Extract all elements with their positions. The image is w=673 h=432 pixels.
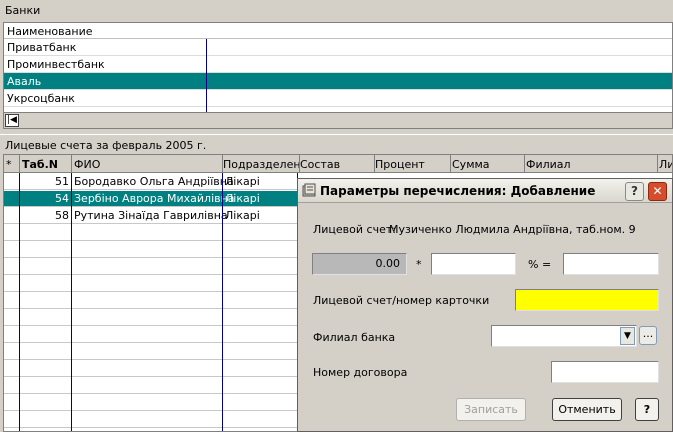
header-separator [524, 155, 525, 173]
dialog-title: Параметры перечисления: Добавление [320, 184, 596, 198]
col-sostav[interactable]: Состав [300, 158, 340, 171]
percent-equals-sign: % = [528, 258, 552, 271]
branch-browse-button[interactable]: ... [639, 326, 657, 345]
banks-row[interactable]: Укрсоцбанк [4, 90, 672, 107]
header-separator [374, 155, 375, 173]
cell-tabn: 51 [55, 175, 69, 188]
cell-tabn: 58 [55, 209, 69, 222]
accounts-header: * Таб.N ФИО Подразделени Состав Процент … [4, 155, 672, 173]
branch-select[interactable] [491, 325, 637, 347]
column-divider [222, 173, 223, 431]
banks-column-divider [206, 39, 207, 112]
banks-row-selected[interactable]: Аваль [4, 73, 672, 90]
col-fio[interactable]: ФИО [74, 158, 100, 171]
cell-tabn: 54 [55, 192, 69, 205]
header-separator [71, 155, 72, 173]
save-button[interactable]: Записать [456, 398, 526, 421]
cancel-button[interactable]: Отменить [552, 398, 622, 421]
contract-label: Номер договора [313, 366, 408, 379]
header-separator [19, 155, 20, 173]
cell-fio: Бородавко Ольга Андріївна [74, 175, 234, 188]
header-separator [450, 155, 451, 173]
card-number-input[interactable] [515, 289, 659, 311]
cell-division: Лікарі [225, 175, 260, 188]
col-filial[interactable]: Филиал [526, 158, 571, 171]
first-record-button[interactable]: |◀ [5, 114, 19, 127]
header-separator [657, 155, 658, 173]
dialog-titlebar[interactable]: Параметры перечисления: Добавление ? ✕ [298, 179, 672, 203]
percent-input[interactable] [431, 253, 516, 275]
banks-row[interactable]: Приватбанк [4, 39, 672, 56]
result-input[interactable] [563, 253, 659, 275]
titlebar-help-button[interactable]: ? [625, 182, 644, 201]
col-extra[interactable]: Ли [659, 158, 672, 171]
card-number-label: Лицевой счет/номер карточки [313, 294, 490, 307]
dialog-app-icon [302, 183, 316, 197]
banks-column-header[interactable]: Наименование [4, 23, 672, 39]
cell-division: Лікарі [225, 209, 260, 222]
header-separator [222, 155, 223, 173]
column-divider [71, 173, 72, 431]
column-divider [19, 173, 20, 431]
close-icon[interactable]: ✕ [648, 182, 667, 201]
branch-label: Филиал банка [313, 331, 396, 344]
multiply-sign: * [416, 258, 422, 271]
banks-panel-caption: Банки [0, 0, 673, 22]
col-sum[interactable]: Сумма [452, 158, 490, 171]
account-value: Музиченко Людмила Андріївна, таб.ном. 9 [389, 223, 636, 236]
contract-input[interactable] [551, 361, 659, 383]
amount-field[interactable]: 0.00 [312, 253, 407, 275]
col-percent[interactable]: Процент [375, 158, 425, 171]
cell-fio: Зербіно Аврора Михайлівна [74, 192, 235, 205]
transfer-params-dialog: Параметры перечисления: Добавление ? ✕ Л… [297, 178, 673, 432]
banks-grid: Наименование Приватбанк Проминвестбанк А… [3, 22, 673, 113]
cell-fio: Рутина Зінаїда Гаврилівна [74, 209, 228, 222]
accounts-panel-caption: Лицевые счета за февраль 2005 г. [0, 134, 673, 154]
col-tabn[interactable]: Таб.N [22, 158, 58, 171]
help-button[interactable]: ? [635, 398, 659, 421]
header-separator [299, 155, 300, 173]
account-label: Лицевой счет: [313, 223, 396, 236]
col-division[interactable]: Подразделени [223, 158, 299, 171]
banks-navigator: |◀ [3, 112, 673, 129]
chevron-down-icon[interactable]: ▼ [620, 327, 635, 345]
banks-row[interactable]: Проминвестбанк [4, 56, 672, 73]
cell-division: Лікарі [225, 192, 260, 205]
col-marker[interactable]: * [6, 158, 12, 171]
